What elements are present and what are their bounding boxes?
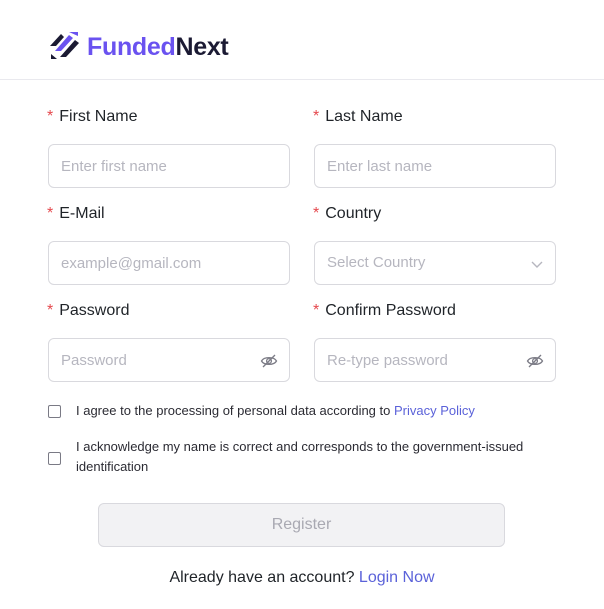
login-now-link[interactable]: Login Now: [359, 569, 435, 586]
email-input[interactable]: [49, 242, 289, 284]
password-input[interactable]: [49, 339, 289, 381]
last-name-field-box: [314, 144, 556, 188]
first-name-label: * First Name: [47, 108, 137, 126]
brand-name-part2: Next: [175, 33, 229, 61]
confirm-password-input[interactable]: [315, 339, 555, 381]
country-label-text: Country: [325, 205, 382, 222]
fundednext-logo-icon: [47, 28, 83, 67]
identity-consent-checkbox[interactable]: [48, 452, 61, 465]
login-prompt-text: Already have an account?: [169, 569, 359, 586]
last-name-input[interactable]: [315, 145, 555, 187]
brand-name-part1: Funded: [87, 33, 176, 61]
brand-name: FundedNext: [87, 33, 229, 62]
confirm-password-field-box: [314, 338, 556, 382]
register-button[interactable]: Register: [98, 503, 505, 547]
privacy-consent-label: I agree to the processing of personal da…: [76, 403, 394, 418]
chevron-down-icon: [530, 257, 544, 271]
required-mark: *: [47, 302, 54, 319]
required-mark: *: [313, 302, 320, 319]
country-select-value: Select Country: [327, 254, 426, 271]
country-select[interactable]: Select Country: [314, 241, 556, 285]
first-name-field-box: [48, 144, 290, 188]
last-name-label-text: Last Name: [325, 108, 403, 125]
email-label-text: E-Mail: [59, 205, 105, 222]
last-name-label: * Last Name: [313, 108, 403, 126]
identity-consent-text: I acknowledge my name is correct and cor…: [76, 439, 524, 474]
login-prompt: Already have an account? Login Now: [0, 569, 604, 587]
eye-off-icon[interactable]: [526, 352, 544, 370]
logo[interactable]: FundedNext: [47, 28, 229, 67]
first-name-label-text: First Name: [59, 108, 138, 125]
required-mark: *: [313, 205, 320, 222]
required-mark: *: [47, 108, 54, 125]
email-field-box: [48, 241, 290, 285]
first-name-input[interactable]: [49, 145, 289, 187]
confirm-password-label-text: Confirm Password: [325, 302, 456, 319]
eye-off-icon[interactable]: [260, 352, 278, 370]
header: FundedNext: [0, 0, 604, 80]
privacy-consent-text: I agree to the processing of personal da…: [76, 401, 556, 421]
required-mark: *: [313, 108, 320, 125]
email-label: * E-Mail: [47, 205, 105, 223]
password-label: * Password: [47, 302, 129, 320]
privacy-consent-checkbox[interactable]: [48, 405, 61, 418]
confirm-password-label: * Confirm Password: [313, 302, 456, 320]
required-mark: *: [47, 205, 54, 222]
privacy-policy-link[interactable]: Privacy Policy: [394, 403, 475, 418]
password-field-box: [48, 338, 290, 382]
password-label-text: Password: [59, 302, 130, 319]
country-label: * Country: [313, 205, 381, 223]
